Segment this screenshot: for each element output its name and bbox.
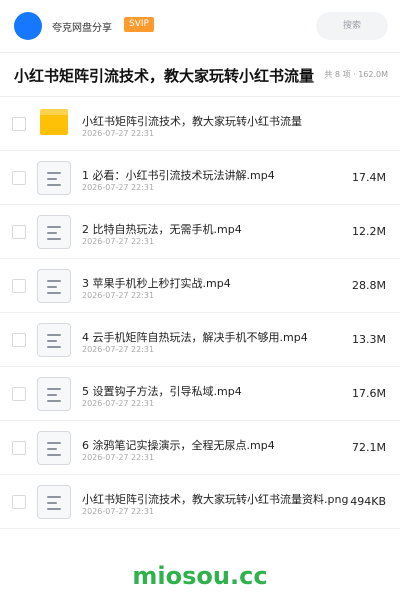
row-checkbox[interactable] [12,225,26,239]
item-date: 2026-07-27 22:31 [82,291,155,300]
item-size: 17.6M [352,387,386,400]
item-date: 2026-07-27 22:31 [82,399,155,408]
item-name: 5 设置钩子方法，引导私域.mp4 [82,385,242,398]
row-checkbox[interactable] [12,333,26,347]
row-checkbox[interactable] [12,441,26,455]
item-name: 1 必看：小红书引流技术玩法讲解.mp4 [82,169,275,182]
item-size: 13.3M [352,333,386,346]
item-date: 2026-07-27 22:31 [82,183,155,192]
item-size: 494KB [350,495,386,508]
sharer-name: 夸克网盘分享 [52,23,112,34]
item-size: 12.2M [352,225,386,238]
row-checkbox[interactable] [12,279,26,293]
svip-badge: SVIP [124,17,154,32]
item-name: 3 苹果手机秒上秒打实战.mp4 [82,277,231,290]
item-name: 2 比特自热玩法，无需手机.mp4 [82,223,242,236]
item-size: 72.1M [352,441,386,454]
item-date: 2026-07-27 22:31 [82,237,155,246]
document-icon [37,323,71,357]
row-checkbox[interactable] [12,117,26,131]
list-item[interactable]: 小红书矩阵引流技术，教大家玩转小红书流量资料.png 2026-07-27 22… [0,475,400,529]
item-name: 6 涂鸦笔记实操演示，全程无尿点.mp4 [82,439,275,452]
list-item[interactable]: 3 苹果手机秒上秒打实战.mp4 2026-07-27 22:31 28.8M [0,259,400,313]
row-checkbox[interactable] [12,171,26,185]
item-name: 4 云手机矩阵自热玩法，解决手机不够用.mp4 [82,331,308,344]
list-item[interactable]: 5 设置钩子方法，引导私域.mp4 2026-07-27 22:31 17.6M [0,367,400,421]
page-title: 小红书矩阵引流技术，教大家玩转小红书流量 [14,67,315,85]
document-icon [37,485,71,519]
list-item[interactable]: 1 必看：小红书引流技术玩法讲解.mp4 2026-07-27 22:31 17… [0,151,400,205]
list-item[interactable]: 6 涂鸦笔记实操演示，全程无尿点.mp4 2026-07-27 22:31 72… [0,421,400,475]
document-icon [37,431,71,465]
file-list: 小红书矩阵引流技术，教大家玩转小红书流量 2026-07-27 22:31 1 … [0,97,400,529]
item-date: 2026-07-27 22:31 [82,345,155,354]
document-icon [37,161,71,195]
folder-titlebar: 小红书矩阵引流技术，教大家玩转小红书流量 共 8 项 · 162.0M [0,53,400,97]
row-checkbox[interactable] [12,495,26,509]
item-size: 28.8M [352,279,386,292]
row-checkbox[interactable] [12,387,26,401]
item-name: 小红书矩阵引流技术，教大家玩转小红书流量资料.png [82,493,349,506]
item-date: 2026-07-27 22:31 [82,129,155,138]
search-input[interactable] [316,12,388,40]
item-name: 小红书矩阵引流技术，教大家玩转小红书流量 [82,115,302,128]
document-icon [37,377,71,411]
list-item-folder[interactable]: 小红书矩阵引流技术，教大家玩转小红书流量 2026-07-27 22:31 [0,97,400,151]
avatar[interactable] [14,12,42,40]
item-date: 2026-07-27 22:31 [82,453,155,462]
document-icon [37,215,71,249]
folder-icon [40,109,68,135]
item-size: 17.4M [352,171,386,184]
list-item[interactable]: 2 比特自热玩法，无需手机.mp4 2026-07-27 22:31 12.2M [0,205,400,259]
document-icon [37,269,71,303]
folder-meta: 共 8 项 · 162.0M [324,70,388,79]
header: 夸克网盘分享 SVIP [0,0,400,52]
list-item[interactable]: 4 云手机矩阵自热玩法，解决手机不够用.mp4 2026-07-27 22:31… [0,313,400,367]
item-date: 2026-07-27 22:31 [82,507,155,516]
watermark: miosou.cc [132,562,268,590]
